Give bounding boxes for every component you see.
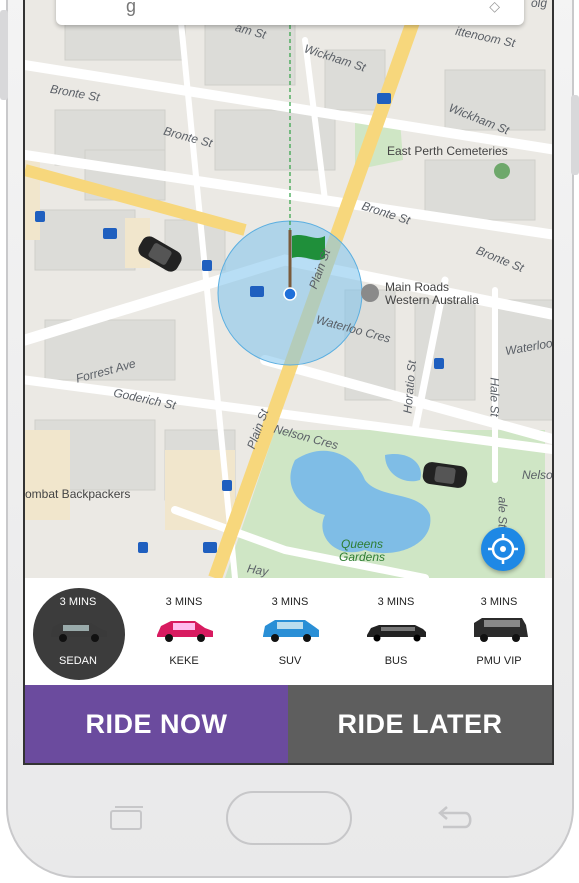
van-car-icon [474, 618, 528, 642]
street-label: Nelso [522, 468, 553, 482]
recent-apps-icon[interactable] [109, 805, 145, 831]
street-label: ale St [495, 496, 510, 528]
poi-main-roads[interactable]: Main Roads Western Australia [385, 281, 479, 307]
limo-car-icon [367, 625, 426, 642]
phone-side-button-left [0, 10, 8, 100]
vehicle-name: BUS [384, 655, 408, 667]
poi-backpackers[interactable]: ombat Backpackers [25, 488, 130, 501]
ride-actions: RIDE NOW RIDE LATER [25, 685, 552, 763]
crosshair-icon [488, 534, 518, 564]
poi-main-roads-line2: Western Australia [385, 293, 479, 307]
suv-car-icon [263, 620, 319, 642]
ride-later-button[interactable]: RIDE LATER [288, 685, 552, 763]
vehicle-name: SUV [278, 655, 302, 667]
poi-east-perth-cemeteries[interactable]: East Perth Cemeteries [387, 145, 508, 158]
street-label: olg [531, 0, 548, 10]
vehicle-name: PMU VIP [476, 655, 522, 667]
back-icon[interactable] [435, 805, 475, 831]
app-screen: Wickham St Bronte St Bronte St Bronte St… [23, 0, 554, 765]
vehicle-option-keke[interactable]: 3 MINS KEKE [131, 578, 237, 685]
chevron-down-icon: ◇ [489, 0, 500, 14]
vehicle-selector: 3 MINS SEDAN 3 MINS KEKE 3 MINS SUV 3 MI… [25, 578, 552, 685]
street-label: Hale St [487, 377, 502, 417]
poi-queens-gardens-line2: Gardens [339, 550, 386, 564]
vehicle-option-sedan[interactable]: 3 MINS SEDAN [25, 578, 131, 685]
vehicle-option-suv[interactable]: 3 MINS SUV [237, 578, 343, 685]
ride-now-button[interactable]: RIDE NOW [25, 685, 288, 763]
vehicle-option-bus[interactable]: 3 MINS BUS [343, 578, 449, 685]
vehicle-eta: 3 MINS [377, 596, 415, 608]
vehicle-eta: 3 MINS [271, 596, 309, 608]
phone-side-button-right [571, 95, 579, 175]
map-view[interactable]: Wickham St Bronte St Bronte St Bronte St… [25, 0, 553, 578]
system-navigation-bar [0, 765, 579, 883]
vehicle-eta: 3 MINS [480, 596, 518, 608]
vehicle-name: SEDAN [59, 655, 97, 667]
keke-car-icon [157, 621, 213, 642]
home-button[interactable] [226, 791, 352, 845]
vehicle-option-pmu-vip[interactable]: 3 MINS PMU VIP [446, 578, 552, 685]
locate-me-button[interactable] [481, 527, 525, 571]
street-label: Hay [245, 561, 270, 578]
vehicle-name: KEKE [169, 655, 199, 667]
destination-card[interactable]: g ◇ [56, 0, 524, 25]
vehicle-eta: 3 MINS [59, 596, 97, 608]
vehicle-eta: 3 MINS [165, 596, 203, 608]
sedan-car-icon [51, 623, 107, 642]
destination-text: g [126, 0, 137, 16]
poi-queens-gardens[interactable]: Queens Gardens [339, 538, 385, 564]
